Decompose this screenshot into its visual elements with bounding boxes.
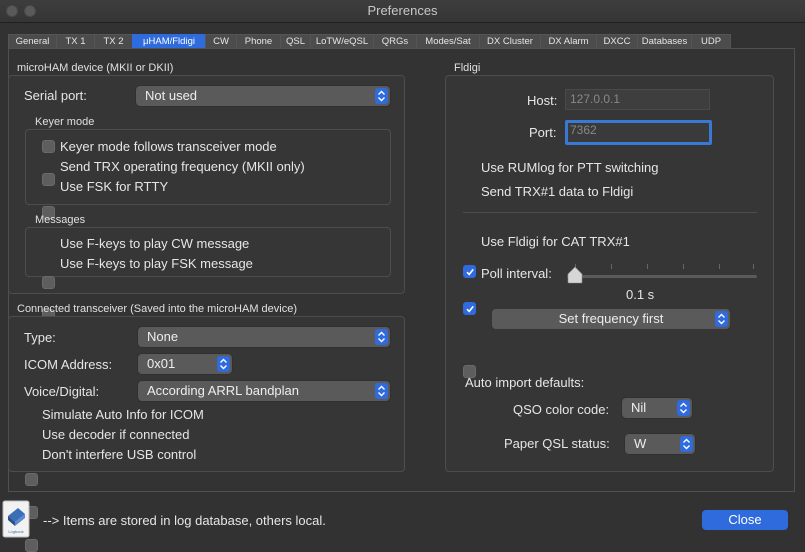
use-fsk-rtty-label: Use FSK for RTTY xyxy=(60,179,169,194)
serial-port-popup[interactable]: Not used xyxy=(136,86,390,106)
send-trx-fldigi-label: Send TRX#1 data to Fldigi xyxy=(481,184,634,199)
popup-arrows-icon xyxy=(375,88,388,104)
tab-lotw-eqsl[interactable]: LoTW/eQSL xyxy=(310,34,373,49)
microham-group-label: microHAM device (MKII or DKII) xyxy=(17,62,174,74)
tab-cw[interactable]: CW xyxy=(205,34,236,49)
tab-databases[interactable]: Databases xyxy=(637,34,691,49)
paper-qsl-value: W xyxy=(634,436,647,451)
voice-digital-value: According ARRL bandplan xyxy=(147,383,300,398)
icom-address-label: ICOM Address: xyxy=(24,357,113,372)
paper-qsl-label: Paper QSL status: xyxy=(504,436,610,451)
tab-bar: General TX 1 TX 2 μHAM/Fldigi CW Phone QSL LoTW… xyxy=(8,34,796,49)
tab-dxcc[interactable]: DXCC xyxy=(596,34,637,49)
tab-general[interactable]: General xyxy=(8,34,56,49)
keyer-mode-label: Keyer mode xyxy=(35,116,95,128)
logbook-icon: Logbook xyxy=(2,500,30,538)
qso-color-label: QSO color code: xyxy=(513,402,610,417)
fkeys-cw-checkbox[interactable] xyxy=(42,276,55,289)
auto-import-label: Auto import defaults: xyxy=(465,375,585,390)
tab-tx-2[interactable]: TX 2 xyxy=(94,34,132,49)
keyer-follows-checkbox[interactable] xyxy=(42,140,55,153)
popup-arrows-icon xyxy=(217,356,230,372)
simulate-auto-info-checkbox[interactable] xyxy=(25,473,38,486)
send-trx-freq-checkbox[interactable] xyxy=(42,173,55,186)
tab-udp[interactable]: UDP xyxy=(691,34,731,49)
slider-ticks xyxy=(567,264,757,272)
serial-port-label: Serial port: xyxy=(24,88,87,103)
icom-address-popup[interactable]: 0x01 xyxy=(138,354,232,374)
port-label: Port: xyxy=(529,125,557,140)
host-label: Host: xyxy=(527,93,558,108)
slider-track xyxy=(567,275,757,278)
messages-label: Messages xyxy=(35,214,86,226)
use-rumlog-ptt-label: Use RUMlog for PTT switching xyxy=(481,160,659,175)
qso-color-value: Nil xyxy=(631,400,647,415)
logbook-icon-caption: Logbook xyxy=(8,529,24,534)
fkeys-cw-label: Use F-keys to play CW message xyxy=(60,236,250,251)
window-title: Preferences xyxy=(367,3,438,18)
type-popup[interactable]: None xyxy=(138,327,390,347)
popup-arrows-icon xyxy=(680,436,693,452)
set-frequency-popup[interactable]: Set frequency first xyxy=(492,309,730,329)
slider-knob[interactable] xyxy=(567,266,583,284)
poll-interval-label: Poll interval: xyxy=(481,266,552,281)
popup-arrows-icon xyxy=(677,400,690,416)
port-placeholder: 7362 xyxy=(570,123,597,137)
poll-interval-value: 0.1 s xyxy=(626,287,655,302)
send-trx-freq-label: Send TRX operating frequency (MKII only) xyxy=(60,159,305,174)
tab-tx-1[interactable]: TX 1 xyxy=(56,34,94,49)
tab-μham-fldigi[interactable]: μHAM/Fldigi xyxy=(132,34,205,49)
use-fldigi-cat-label: Use Fldigi for CAT TRX#1 xyxy=(481,234,630,249)
popup-arrows-icon xyxy=(375,383,388,399)
use-decoder-label: Use decoder if connected xyxy=(42,427,190,442)
host-placeholder: 127.0.0.1 xyxy=(570,92,621,106)
popup-arrows-icon xyxy=(715,311,728,327)
use-rumlog-ptt-checkbox[interactable] xyxy=(463,265,476,278)
keyer-follows-label: Keyer mode follows transceiver mode xyxy=(60,139,277,154)
close-button[interactable]: Close xyxy=(702,510,788,530)
fldigi-separator xyxy=(463,212,757,213)
tab-dx-alarm[interactable]: DX Alarm xyxy=(540,34,596,49)
set-frequency-value: Set frequency first xyxy=(558,311,664,326)
poll-interval-slider[interactable] xyxy=(567,264,757,286)
dont-interfere-usb-label: Don't interfere USB control xyxy=(42,447,197,462)
voice-digital-label: Voice/Digital: xyxy=(24,384,100,399)
tab-phone[interactable]: Phone xyxy=(236,34,280,49)
type-label: Type: xyxy=(24,330,56,345)
tab-qsl[interactable]: QSL xyxy=(280,34,310,49)
port-field[interactable]: 7362 xyxy=(565,120,712,145)
qso-color-popup[interactable]: Nil xyxy=(622,398,692,418)
transceiver-group-label: Connected transceiver (Saved into the mi… xyxy=(17,303,298,315)
type-value: None xyxy=(147,329,179,344)
tab-modes-sat[interactable]: Modes/Sat xyxy=(416,34,479,49)
host-field[interactable]: 127.0.0.1 xyxy=(565,89,710,110)
fkeys-fsk-label: Use F-keys to play FSK message xyxy=(60,256,253,271)
paper-qsl-popup[interactable]: W xyxy=(625,434,695,454)
send-trx-fldigi-checkbox[interactable] xyxy=(463,302,476,315)
footer-note: --> Items are stored in log database, ot… xyxy=(43,513,326,528)
popup-arrows-icon xyxy=(375,329,388,345)
icom-address-value: 0x01 xyxy=(147,356,176,371)
simulate-auto-info-label: Simulate Auto Info for ICOM xyxy=(42,407,204,422)
tab-qrgs[interactable]: QRGs xyxy=(373,34,416,49)
tab-dx-cluster[interactable]: DX Cluster xyxy=(479,34,540,49)
voice-digital-popup[interactable]: According ARRL bandplan xyxy=(138,381,390,401)
serial-port-value: Not used xyxy=(145,88,198,103)
fldigi-group-label: Fldigi xyxy=(454,62,481,74)
